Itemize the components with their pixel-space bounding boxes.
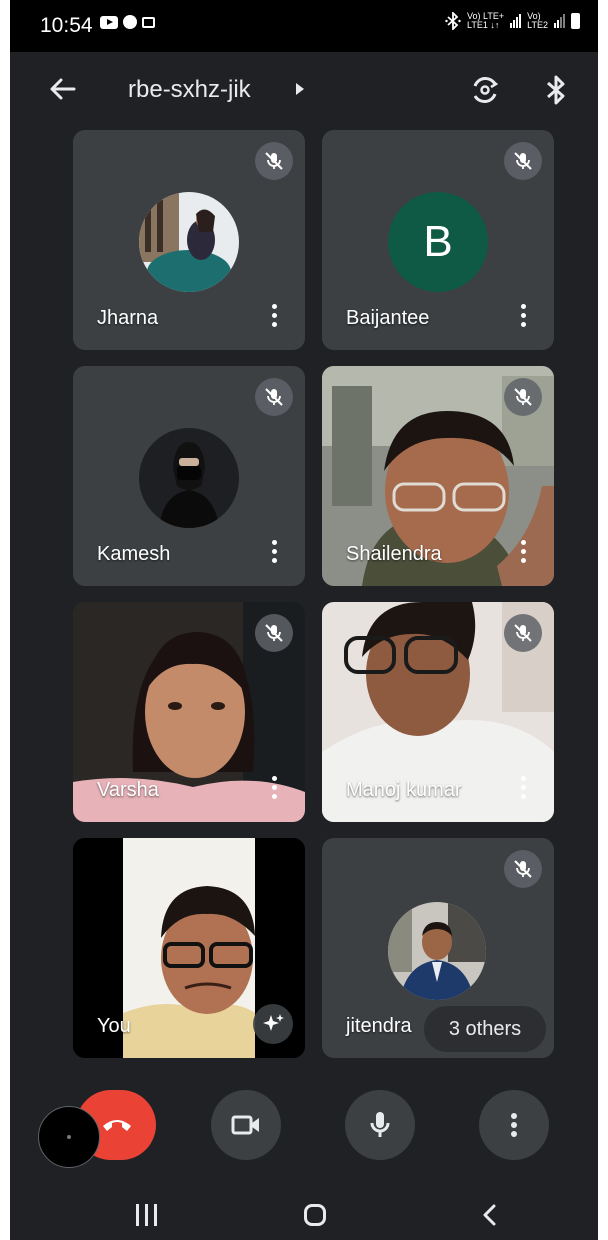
more-vert-icon — [511, 1113, 517, 1137]
participant-name: Kamesh — [97, 543, 171, 565]
mic-off-icon — [504, 142, 542, 180]
bluetooth-audio-icon[interactable] — [544, 73, 568, 107]
meeting-code[interactable]: rbe-sxhz-jik — [128, 76, 251, 104]
camera-toggle-button[interactable] — [211, 1090, 281, 1160]
more-options-icon[interactable] — [271, 304, 277, 328]
participant-name: Baijantee — [346, 307, 430, 329]
bluetooth-status-icon — [445, 12, 461, 30]
hang-up-icon — [103, 1120, 131, 1131]
participant-name: Shailendra — [346, 543, 442, 565]
participant-tile-baijantee[interactable]: B Baijantee — [322, 130, 554, 350]
signal-sim2-icon — [554, 14, 565, 28]
youtube-icon — [100, 15, 118, 29]
participant-tile-manoj-kumar[interactable]: Manoj kumar — [322, 602, 554, 822]
account-icon — [123, 15, 137, 29]
more-options-button[interactable] — [479, 1090, 549, 1160]
participant-name: Jharna — [97, 307, 159, 329]
call-controls — [10, 1080, 598, 1170]
sim1-network: Vo) LTE+ LTE1 ↓↑ — [467, 12, 504, 30]
participant-tile-shailendra[interactable]: Shailendra — [322, 366, 554, 586]
participant-name: Varsha — [97, 779, 159, 801]
video-camera-icon — [231, 1115, 259, 1135]
participant-name: jitendra — [346, 1015, 412, 1037]
sim2-network: Vo) LTE2 — [527, 12, 548, 30]
participant-tile-varsha[interactable]: Varsha — [73, 602, 305, 822]
avatar-letter: B — [388, 192, 488, 292]
mic-off-icon — [255, 378, 293, 416]
sim1-label-bottom: LTE1 ↓↑ — [467, 20, 500, 30]
sim2-label-bottom: LTE2 — [527, 20, 548, 30]
more-options-icon[interactable] — [520, 540, 526, 564]
more-options-icon[interactable] — [520, 304, 526, 328]
battery-icon — [571, 13, 580, 29]
participant-tile-kamesh[interactable]: Kamesh — [73, 366, 305, 586]
camera-notification-icon — [142, 16, 155, 28]
meet-call-screen: 10:54 Vo) LTE+ LTE1 ↓↑ Vo) LTE2 rbe-sxhz… — [10, 0, 598, 1240]
status-notification-icons — [100, 15, 155, 29]
mic-off-icon — [504, 378, 542, 416]
microphone-icon — [370, 1112, 390, 1137]
participant-name: You — [97, 1015, 131, 1037]
effects-sparkle-icon[interactable] — [253, 1004, 293, 1044]
status-bar: 10:54 Vo) LTE+ LTE1 ↓↑ Vo) LTE2 — [10, 0, 598, 52]
mic-off-icon — [255, 614, 293, 652]
status-system-icons: Vo) LTE+ LTE1 ↓↑ Vo) LTE2 — [445, 12, 580, 30]
more-options-icon[interactable] — [271, 776, 277, 800]
mic-off-icon — [255, 142, 293, 180]
avatar-photo — [388, 902, 486, 1000]
avatar-photo — [139, 192, 239, 292]
mic-off-icon — [504, 614, 542, 652]
participant-tile-jharna[interactable]: Jharna — [73, 130, 305, 350]
signal-sim1-icon — [510, 14, 522, 28]
avatar-photo — [139, 428, 239, 528]
meeting-details-caret-icon[interactable] — [296, 83, 304, 95]
home-icon[interactable] — [304, 1204, 326, 1226]
system-navigation-bar — [10, 1180, 598, 1240]
microphone-toggle-button[interactable] — [345, 1090, 415, 1160]
call-header: rbe-sxhz-jik — [10, 56, 598, 126]
others-count-pill[interactable]: 3 others — [424, 1006, 546, 1052]
participant-name: Manoj kumar — [346, 779, 462, 801]
participant-tile-self[interactable]: You — [73, 838, 305, 1058]
switch-camera-icon[interactable] — [468, 73, 502, 107]
mic-off-icon — [504, 850, 542, 888]
nav-back-icon[interactable] — [478, 1202, 504, 1228]
more-options-icon[interactable] — [271, 540, 277, 564]
back-arrow-icon[interactable] — [48, 74, 78, 104]
status-time: 10:54 — [40, 14, 93, 37]
more-options-icon[interactable] — [520, 776, 526, 800]
floating-bubble[interactable] — [38, 1106, 100, 1168]
recents-icon[interactable] — [136, 1204, 157, 1226]
